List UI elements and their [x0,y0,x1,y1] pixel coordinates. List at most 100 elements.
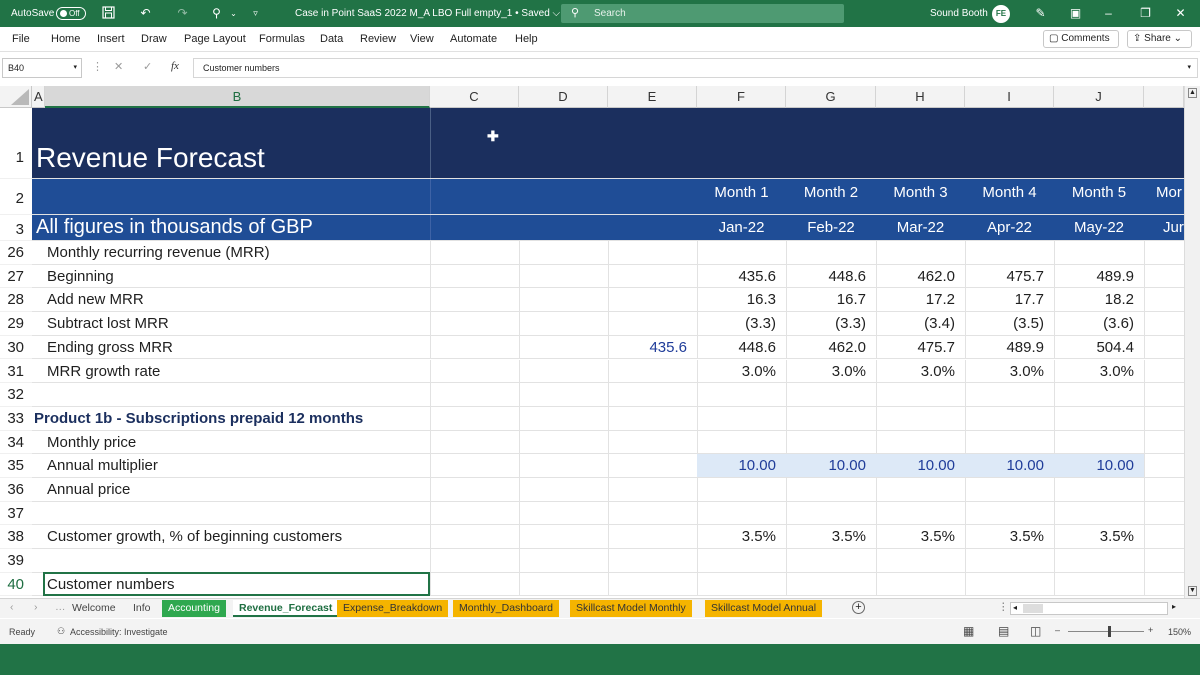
page-layout-view-icon[interactable]: ▤ [998,624,1009,638]
col-header-j[interactable]: J [1054,86,1144,108]
data-cell[interactable]: 10.00 [786,454,876,477]
data-cell[interactable]: (3.6) [1054,312,1144,335]
data-cell[interactable] [786,573,876,596]
tab-skillcast-annual[interactable]: Skillcast Model Annual [705,600,823,617]
cell-e[interactable] [608,454,697,477]
row-label[interactable]: Monthly price [47,431,437,454]
col-header-b[interactable]: B [45,86,430,108]
data-cell[interactable] [786,383,876,406]
data-cell[interactable]: 10.00 [1054,454,1144,477]
data-cell[interactable]: 504.4 [1054,336,1144,359]
data-cell[interactable] [965,502,1054,525]
tab-skillcast-monthly[interactable]: Skillcast Model Monthly [570,600,692,617]
data-cell[interactable]: 16.7 [786,288,876,311]
data-cell[interactable] [697,407,786,430]
data-cell[interactable] [965,383,1054,406]
data-cell[interactable] [965,241,1054,264]
add-sheet-icon[interactable]: + [852,601,865,614]
format-painter-icon[interactable]: ⚲ [209,6,224,21]
scroll-left-arrow-icon[interactable]: ◂ [1013,603,1017,612]
page-break-view-icon[interactable]: ◫ [1030,624,1041,638]
cell-e[interactable] [608,573,697,596]
row-label[interactable]: Annual price [47,478,437,501]
data-cell[interactable]: 3.5% [697,525,786,548]
row-label[interactable]: Ending gross MRR [47,336,437,359]
zoom-level[interactable]: 150% [1168,627,1191,637]
search-box[interactable]: ⚲ Search [561,4,844,23]
row-header-1[interactable]: 1 [0,108,32,179]
row-label[interactable] [47,502,437,525]
data-cell[interactable] [786,431,876,454]
select-all-corner[interactable] [0,86,32,108]
scroll-right-arrow-icon[interactable]: ▸ [1172,602,1176,611]
vertical-scrollbar[interactable]: ▲ ▼ [1184,86,1200,598]
menu-automate[interactable]: Automate [450,27,497,52]
data-cell[interactable]: 475.7 [965,265,1054,288]
row-header-35[interactable]: 35 [0,454,32,478]
col-header-g[interactable]: G [786,86,876,108]
row-label[interactable]: Add new MRR [47,288,437,311]
formula-input[interactable]: Customer numbers ▾ [193,58,1198,78]
normal-view-icon[interactable]: ▦ [963,624,974,638]
horizontal-scrollbar[interactable]: ◂ [1010,602,1168,615]
share-button[interactable]: ⇪ Share ⌄ [1127,30,1192,48]
data-cell[interactable]: 489.9 [1054,265,1144,288]
data-cell[interactable]: 448.6 [786,265,876,288]
row-header-28[interactable]: 28 [0,288,32,313]
data-cell[interactable] [965,407,1054,430]
cell-e[interactable] [608,502,697,525]
row-header-27[interactable]: 27 [0,264,32,289]
date-label[interactable]: Mar-22 [876,215,965,240]
row-header-36[interactable]: 36 [0,478,32,502]
data-cell[interactable] [697,573,786,596]
cancel-icon[interactable]: ✕ [114,60,123,73]
menu-draw[interactable]: Draw [141,27,167,52]
row-header-2[interactable]: 2 [0,179,32,215]
chevron-down-icon[interactable]: ⌄ [226,6,241,21]
data-cell[interactable]: 3.0% [965,360,1054,383]
data-cell[interactable] [786,241,876,264]
data-cell[interactable] [876,407,965,430]
tab-accounting[interactable]: Accounting [162,600,226,617]
menu-formulas[interactable]: Formulas [259,27,305,52]
data-cell[interactable] [876,383,965,406]
data-cell[interactable] [1054,407,1144,430]
data-cell[interactable] [786,478,876,501]
data-cell[interactable] [697,502,786,525]
data-cell[interactable]: (3.3) [786,312,876,335]
menu-page-layout[interactable]: Page Layout [184,27,246,52]
menu-help[interactable]: Help [515,27,538,52]
data-cell[interactable]: 462.0 [786,336,876,359]
accessibility-icon[interactable]: ⚇ [57,626,65,637]
row-header-3[interactable]: 3 [0,215,32,241]
data-cell[interactable]: 435.6 [697,265,786,288]
menu-insert[interactable]: Insert [97,27,125,52]
insert-function-icon[interactable]: fx [171,60,179,72]
data-cell[interactable]: 462.0 [876,265,965,288]
pen-icon[interactable]: ✎ [1033,6,1048,21]
row-header-38[interactable]: 38 [0,525,32,550]
data-cell[interactable]: 3.0% [876,360,965,383]
data-cell[interactable] [1054,478,1144,501]
restore-icon[interactable]: ❐ [1138,6,1153,21]
data-cell[interactable] [1054,241,1144,264]
sheet-title[interactable]: Revenue Forecast [36,108,426,178]
more-options-icon[interactable]: ⋮ [92,60,103,73]
month-label[interactable]: Mor [1156,179,1184,214]
scroll-down-arrow-icon[interactable]: ▼ [1188,586,1197,596]
data-cell[interactable]: 18.2 [1054,288,1144,311]
more-sheets-icon[interactable]: … [55,601,66,613]
col-header-d[interactable]: D [519,86,608,108]
data-cell[interactable] [1054,502,1144,525]
row-label[interactable] [47,549,437,572]
menu-data[interactable]: Data [320,27,343,52]
save-icon[interactable] [101,6,116,21]
avatar[interactable]: FE [992,5,1010,23]
row-label[interactable]: Monthly recurring revenue (MRR) [47,241,437,264]
row-header-30[interactable]: 30 [0,335,32,360]
row-header-33[interactable]: 33 [0,406,32,431]
data-cell[interactable] [876,241,965,264]
data-cell[interactable] [786,502,876,525]
prev-sheet-icon[interactable]: ‹ [10,601,14,613]
col-header-i[interactable]: I [965,86,1054,108]
